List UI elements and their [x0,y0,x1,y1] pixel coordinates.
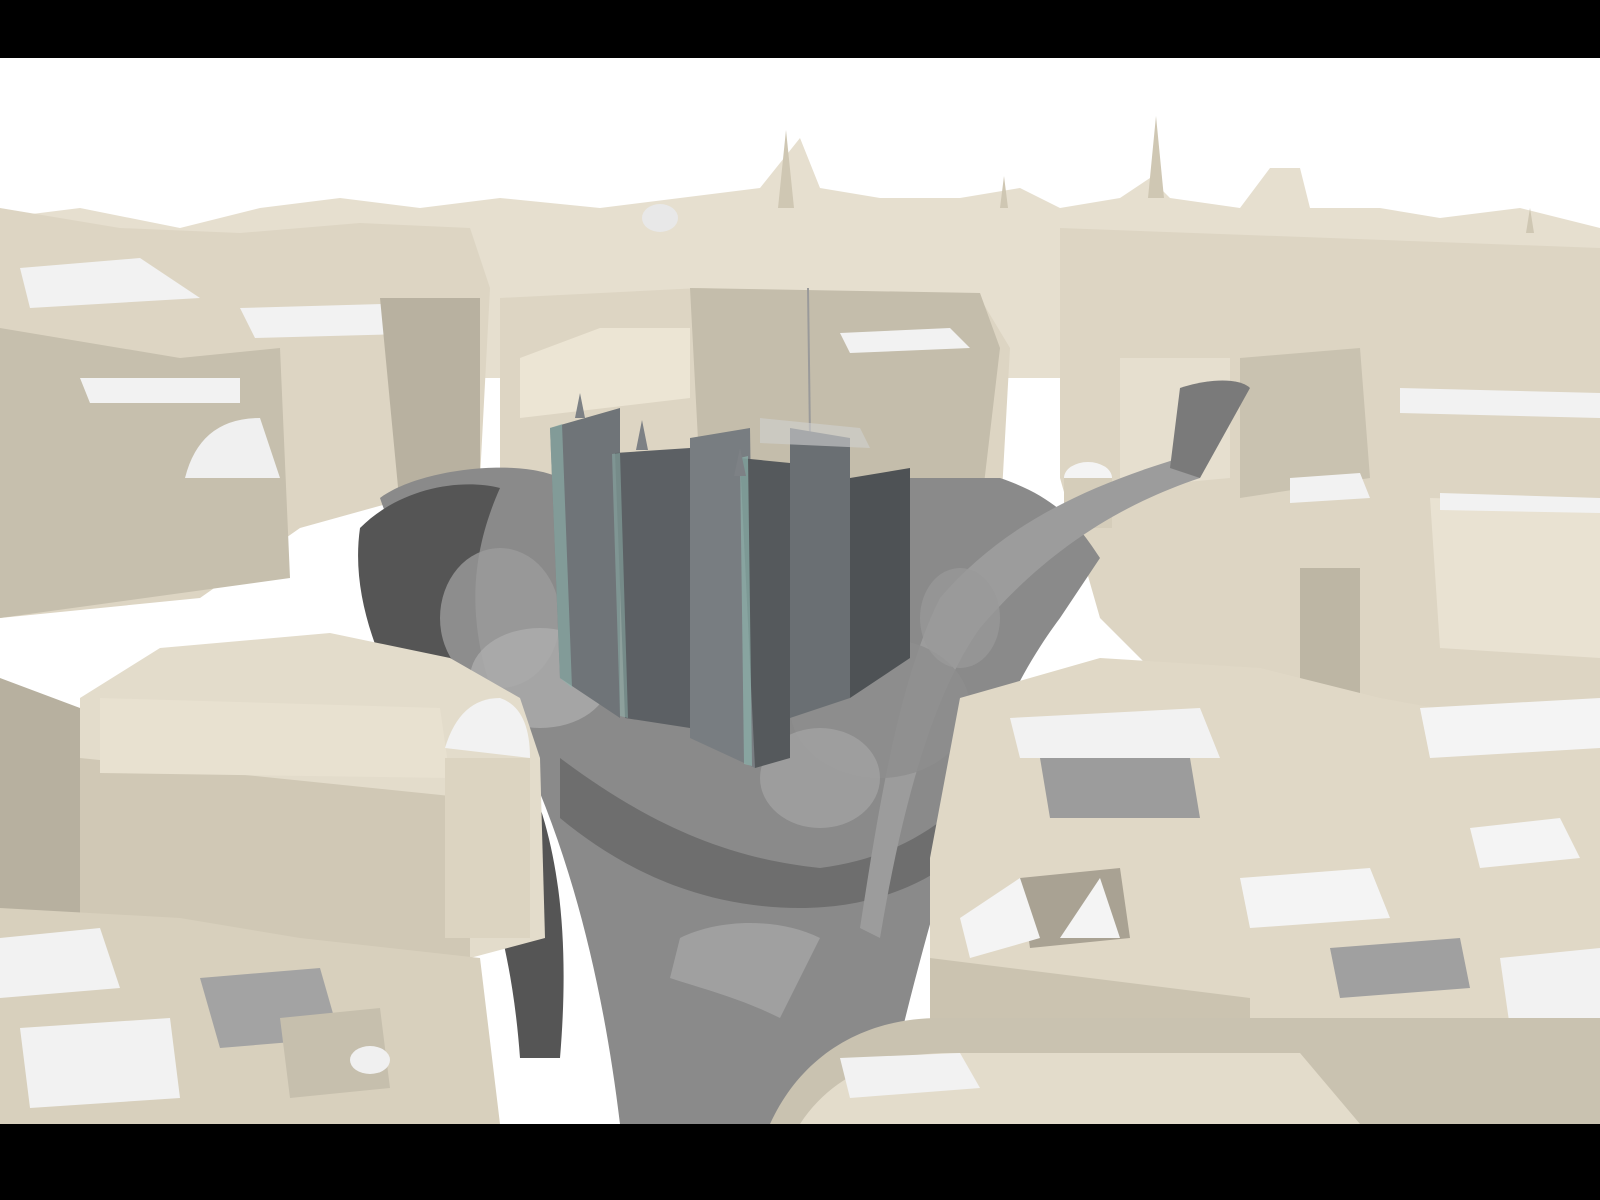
letterbox-bottom [0,1124,1600,1200]
foreground-bottom-curved-building [770,1018,1600,1124]
city-render-svg [0,58,1600,1124]
letterbox-top [0,0,1600,58]
image-frame [0,0,1600,1200]
city-render-scene [0,58,1600,1124]
